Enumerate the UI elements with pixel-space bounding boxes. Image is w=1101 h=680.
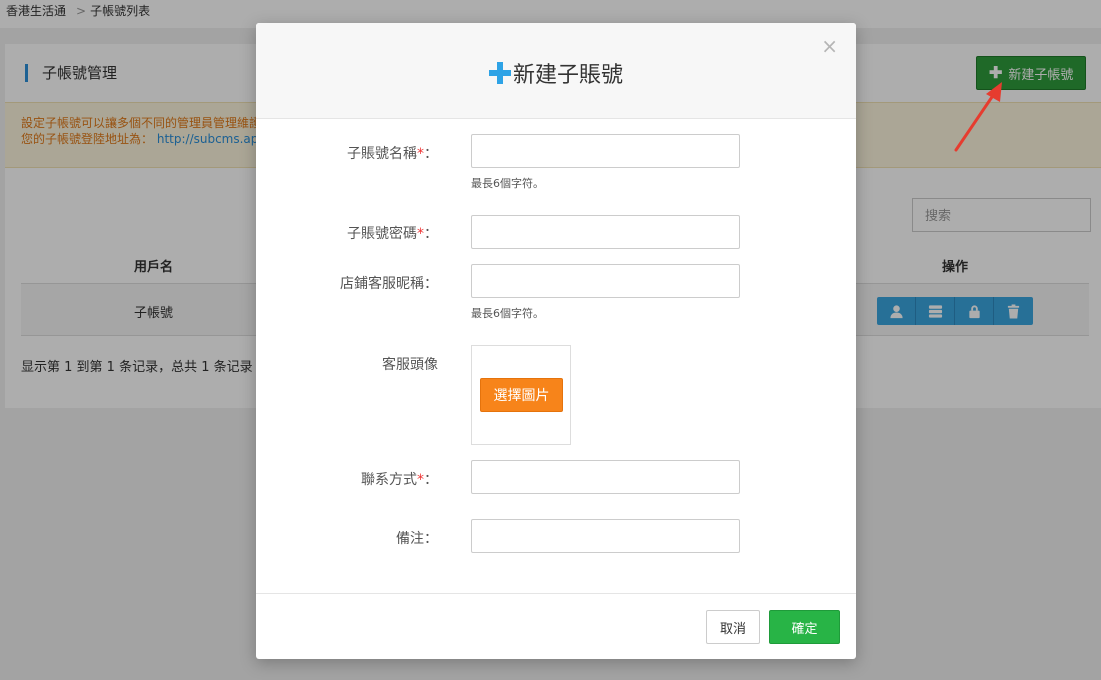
dialog-footer: 取消 確定 xyxy=(256,593,856,659)
required-mark: * xyxy=(417,472,424,488)
password-label: 子賬號密碼*： xyxy=(256,223,438,243)
remark-label: 備注： xyxy=(256,528,438,548)
avatar-preview: 選擇圖片 xyxy=(471,345,571,445)
close-icon[interactable]: × xyxy=(821,36,838,56)
nickname-label-text: 店鋪客服昵稱 xyxy=(340,276,424,292)
name-label: 子賬號名稱*： xyxy=(256,143,438,163)
required-mark: * xyxy=(417,226,424,242)
label-colon: ： xyxy=(424,531,438,547)
dialog-header: 新建子賬號 × xyxy=(256,23,856,119)
password-input[interactable] xyxy=(471,215,740,249)
cancel-button[interactable]: 取消 xyxy=(706,610,760,644)
password-label-text: 子賬號密碼 xyxy=(347,226,417,242)
nickname-label: 店鋪客服昵稱： xyxy=(256,273,438,293)
nickname-hint: 最長6個字符。 xyxy=(471,307,544,320)
label-colon: ： xyxy=(424,226,438,242)
dialog-title-text: 新建子賬號 xyxy=(512,63,623,88)
avatar-label: 客服頭像 xyxy=(382,357,438,373)
name-label-text: 子賬號名稱 xyxy=(347,146,417,162)
confirm-button[interactable]: 確定 xyxy=(769,610,840,644)
plus-icon xyxy=(488,62,511,84)
remark-input[interactable] xyxy=(471,519,740,553)
label-colon: ： xyxy=(424,472,438,488)
contact-input[interactable] xyxy=(471,460,740,494)
name-hint: 最長6個字符。 xyxy=(471,177,544,190)
contact-label-text: 聯系方式 xyxy=(361,472,417,488)
contact-label: 聯系方式*： xyxy=(256,469,438,489)
remark-label-text: 備注 xyxy=(396,531,424,547)
required-mark: * xyxy=(417,146,424,162)
new-subaccount-dialog: 新建子賬號 × 子賬號名稱*： 最長6個字符。 子賬號密碼*： 店鋪客服昵稱： … xyxy=(256,23,856,659)
label-colon: ： xyxy=(424,146,438,162)
nickname-input[interactable] xyxy=(471,264,740,298)
label-colon: ： xyxy=(424,276,438,292)
choose-image-button[interactable]: 選擇圖片 xyxy=(480,378,563,412)
dialog-title: 新建子賬號 xyxy=(256,57,856,89)
name-input[interactable] xyxy=(471,134,740,168)
red-arrow-annotation xyxy=(954,82,1002,152)
